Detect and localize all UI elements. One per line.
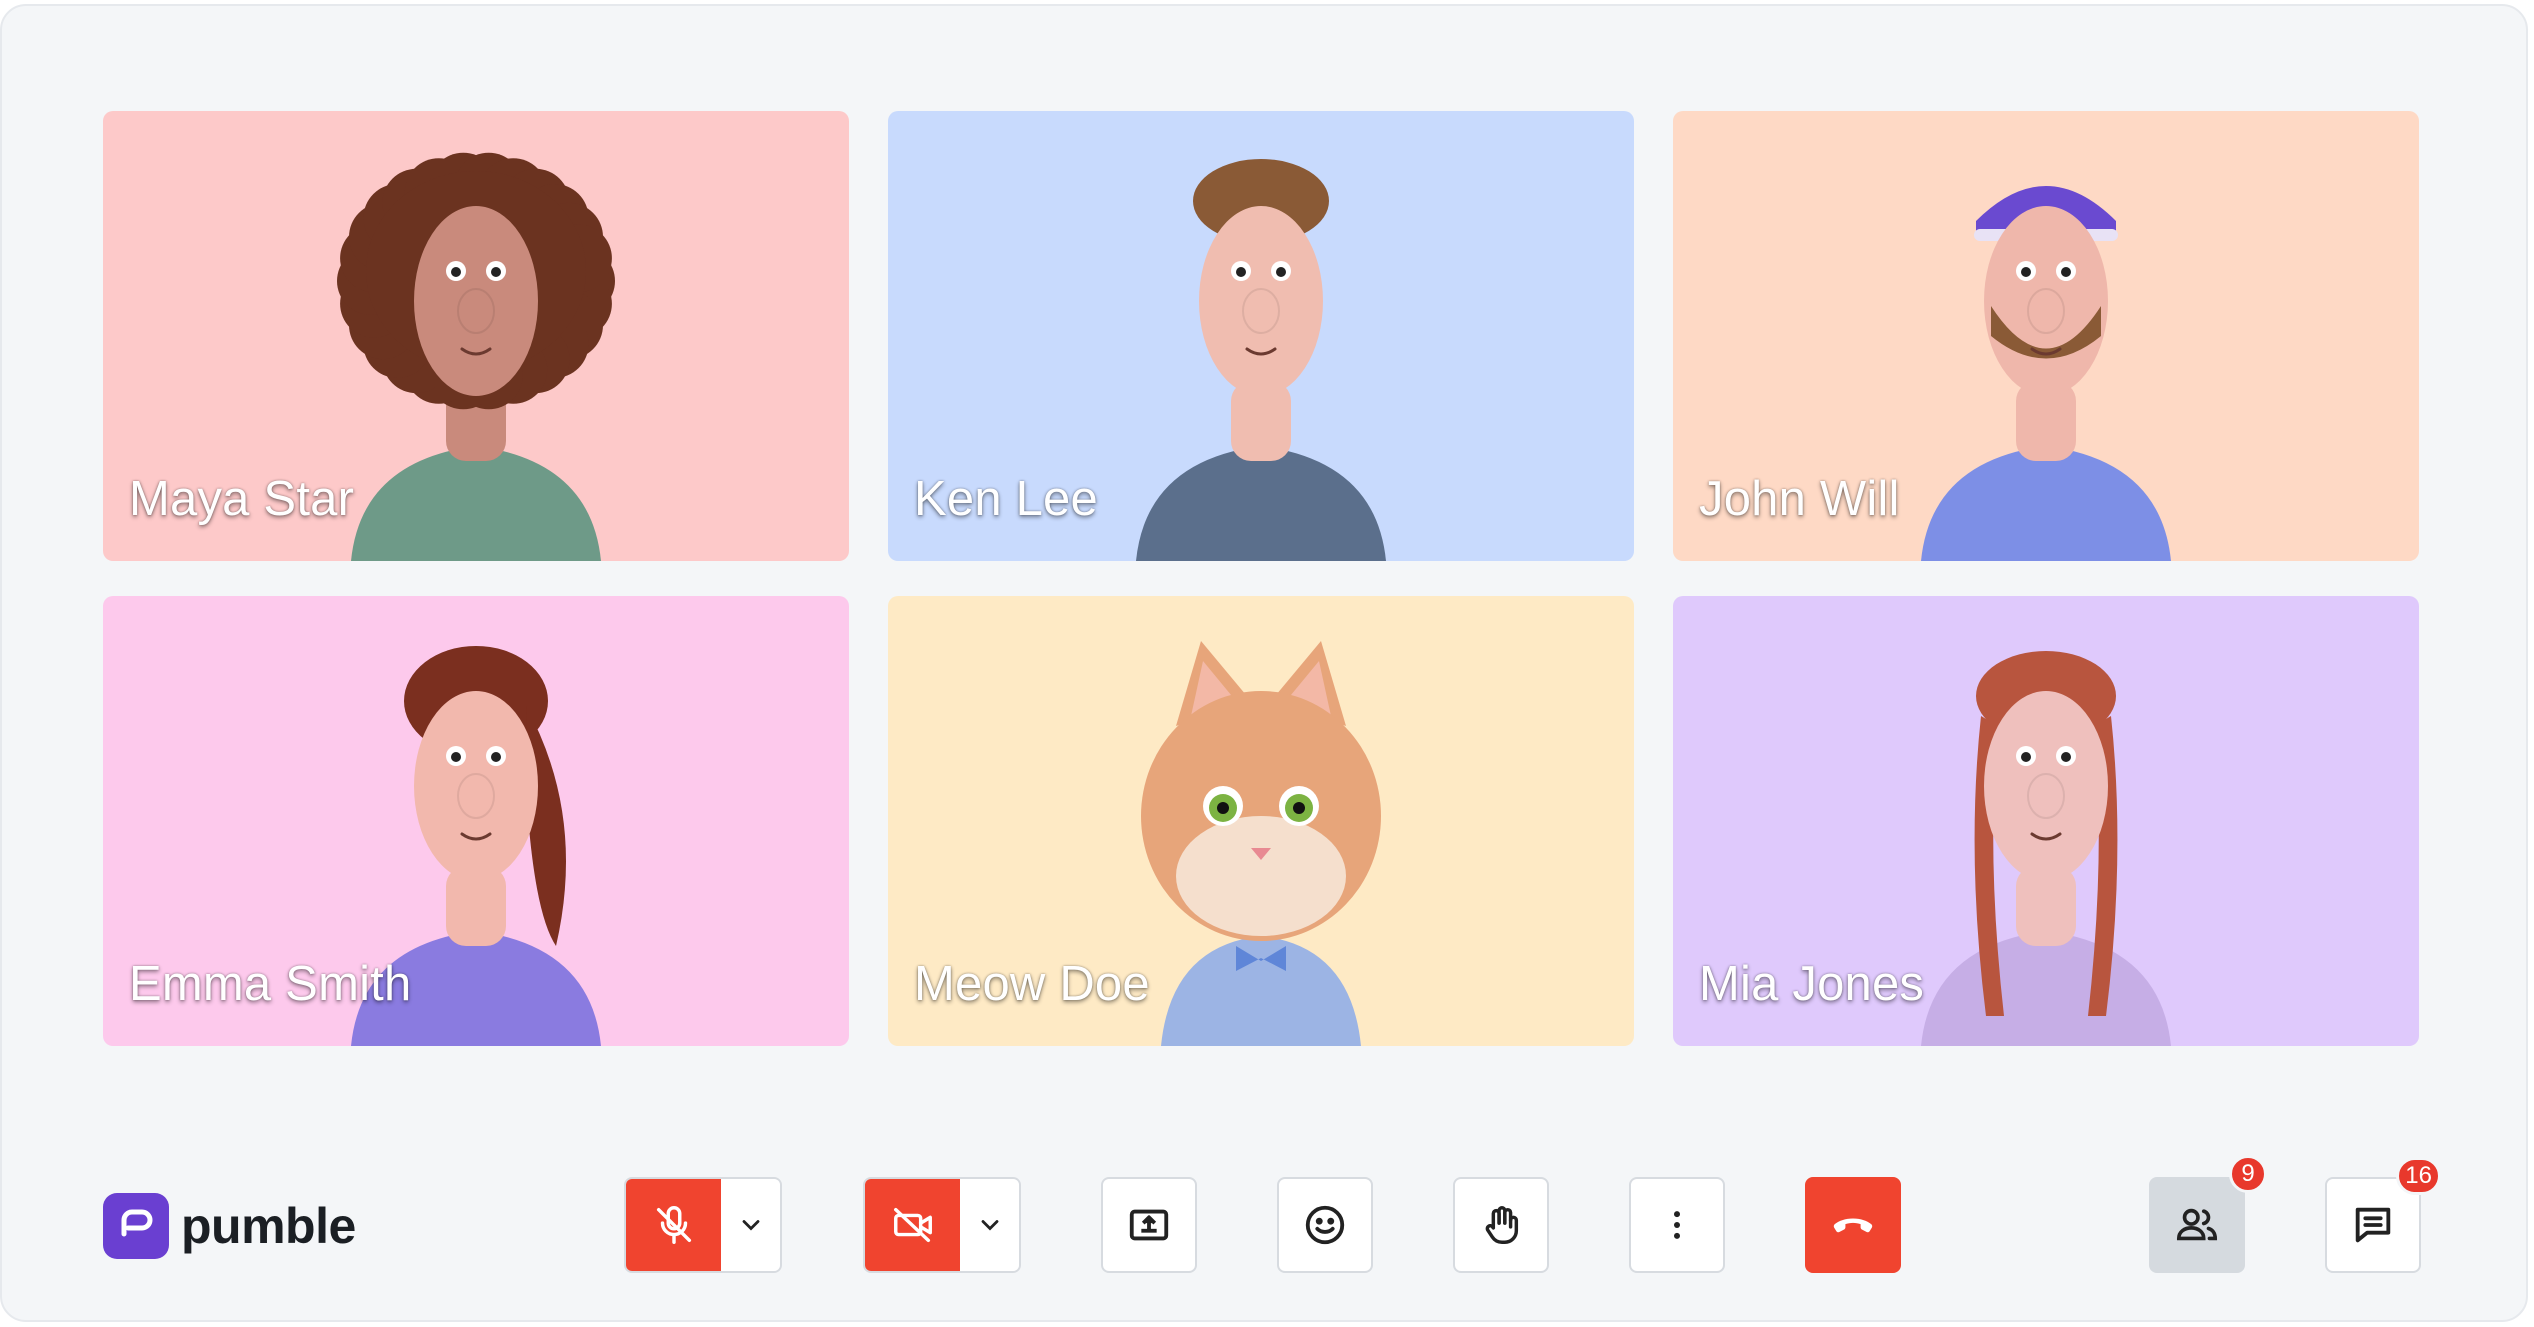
mute-button[interactable] [626,1179,721,1271]
camera-options-dropdown[interactable] [960,1179,1019,1271]
participant-tile-john-will[interactable]: John Will [1673,111,2419,561]
chevron-down-icon [742,1220,759,1231]
participant-tile-emma-smith[interactable]: Emma Smith [103,596,849,1046]
hang-up-icon [1833,1218,1873,1233]
more-vertical-icon [1674,1211,1680,1239]
people-icon [2176,1208,2218,1241]
pumble-logo-icon [103,1193,169,1259]
pumble-logo: pumble [103,1193,356,1259]
participants-button[interactable]: 9 [2149,1155,2267,1273]
avatar-ken-lee [1136,159,1386,561]
mic-control [624,1177,782,1273]
camera-toggle-button[interactable] [865,1179,960,1271]
chevron-down-icon [981,1220,998,1231]
raise-hand-button[interactable] [1453,1177,1549,1273]
chat-unread-badge: 16 [2396,1157,2441,1195]
mic-off-icon [656,1206,691,1244]
camera-control [863,1177,1021,1273]
participant-tile-meow-doe[interactable]: Meow Doe [888,596,1634,1046]
mic-options-dropdown[interactable] [721,1179,780,1271]
share-screen-icon [1129,1209,1169,1241]
chat-icon [2355,1207,2391,1243]
reactions-button[interactable] [1277,1177,1373,1273]
participant-tile-maya-star[interactable]: Maya Star [103,111,849,561]
participant-name: Ken Lee [914,472,1098,526]
camera-off-icon [893,1207,932,1243]
participant-tile-ken-lee[interactable]: Ken Lee [888,111,1634,561]
participant-name: Emma Smith [129,957,412,1011]
participant-name: Maya Star [129,472,355,526]
participant-name: Meow Doe [914,957,1150,1011]
app-name: pumble [181,1198,356,1254]
hand-icon [1485,1206,1519,1244]
end-call-button[interactable] [1805,1177,1901,1273]
participant-tile-mia-jones[interactable]: Mia Jones [1673,596,2419,1046]
chat-button[interactable]: 16 [2325,1157,2441,1273]
more-options-button[interactable] [1629,1177,1725,1273]
participant-name: Mia Jones [1699,957,1925,1011]
share-screen-button[interactable] [1101,1177,1197,1273]
emoji-icon [1305,1205,1345,1245]
video-grid: Maya Star Ken Lee John Will Emma Smith M… [103,111,2423,1061]
participant-name: John Will [1699,472,1900,526]
participants-count-badge: 9 [2229,1155,2267,1193]
